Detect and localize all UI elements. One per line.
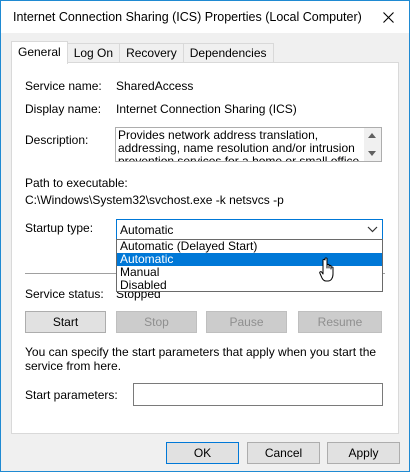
start-button[interactable]: Start (25, 311, 106, 333)
service-status-label: Service status: (25, 287, 104, 301)
close-button[interactable] (373, 3, 403, 31)
pause-button[interactable]: Pause (206, 311, 287, 333)
ok-button[interactable]: OK (166, 442, 239, 464)
startup-type-dropdown-list[interactable]: Automatic (Delayed Start) Automatic Manu… (116, 239, 383, 292)
description-text: Provides network address translation, ad… (118, 128, 360, 162)
path-label: Path to executable: (25, 176, 128, 190)
service-name-value: SharedAccess (116, 79, 194, 93)
hand-cursor-icon (319, 257, 334, 282)
window-title: Internet Connection Sharing (ICS) Proper… (13, 10, 362, 24)
service-name-label: Service name: (25, 79, 102, 93)
title-bar[interactable]: Internet Connection Sharing (ICS) Proper… (1, 1, 409, 33)
startup-type-value: Automatic (120, 223, 174, 237)
start-params-info: You can specify the start parameters tha… (25, 345, 377, 373)
startup-type-select[interactable]: Automatic (116, 219, 383, 240)
stop-button[interactable]: Stop (116, 311, 197, 333)
apply-button[interactable]: Apply (327, 442, 400, 464)
start-params-input[interactable] (133, 383, 383, 406)
general-tab-panel: Service name: SharedAccess Display name:… (11, 62, 399, 434)
startup-option-disabled[interactable]: Disabled (117, 279, 382, 292)
tab-bar: General Log On Recovery Dependencies (11, 41, 274, 64)
chevron-down-icon (367, 226, 378, 233)
close-icon (382, 11, 394, 23)
tab-dependencies[interactable]: Dependencies (182, 43, 274, 64)
tab-recovery[interactable]: Recovery (119, 43, 184, 64)
resume-button[interactable]: Resume (298, 311, 382, 333)
display-name-label: Display name: (25, 102, 102, 116)
scroll-down-icon[interactable] (368, 151, 376, 156)
description-scrollbar[interactable] (364, 128, 381, 161)
display-name-value: Internet Connection Sharing (ICS) (116, 102, 297, 116)
properties-window: Internet Connection Sharing (ICS) Proper… (0, 0, 410, 472)
startup-type-label: Startup type: (25, 221, 94, 235)
description-box[interactable]: Provides network address translation, ad… (115, 127, 382, 162)
tab-general[interactable]: General (11, 41, 68, 64)
scroll-up-icon[interactable] (368, 133, 376, 138)
cancel-button[interactable]: Cancel (247, 442, 320, 464)
path-value: C:\Windows\System32\svchost.exe -k netsv… (25, 193, 284, 207)
tab-log-on[interactable]: Log On (66, 43, 121, 64)
description-label: Description: (25, 133, 89, 147)
start-params-label: Start parameters: (25, 388, 118, 402)
